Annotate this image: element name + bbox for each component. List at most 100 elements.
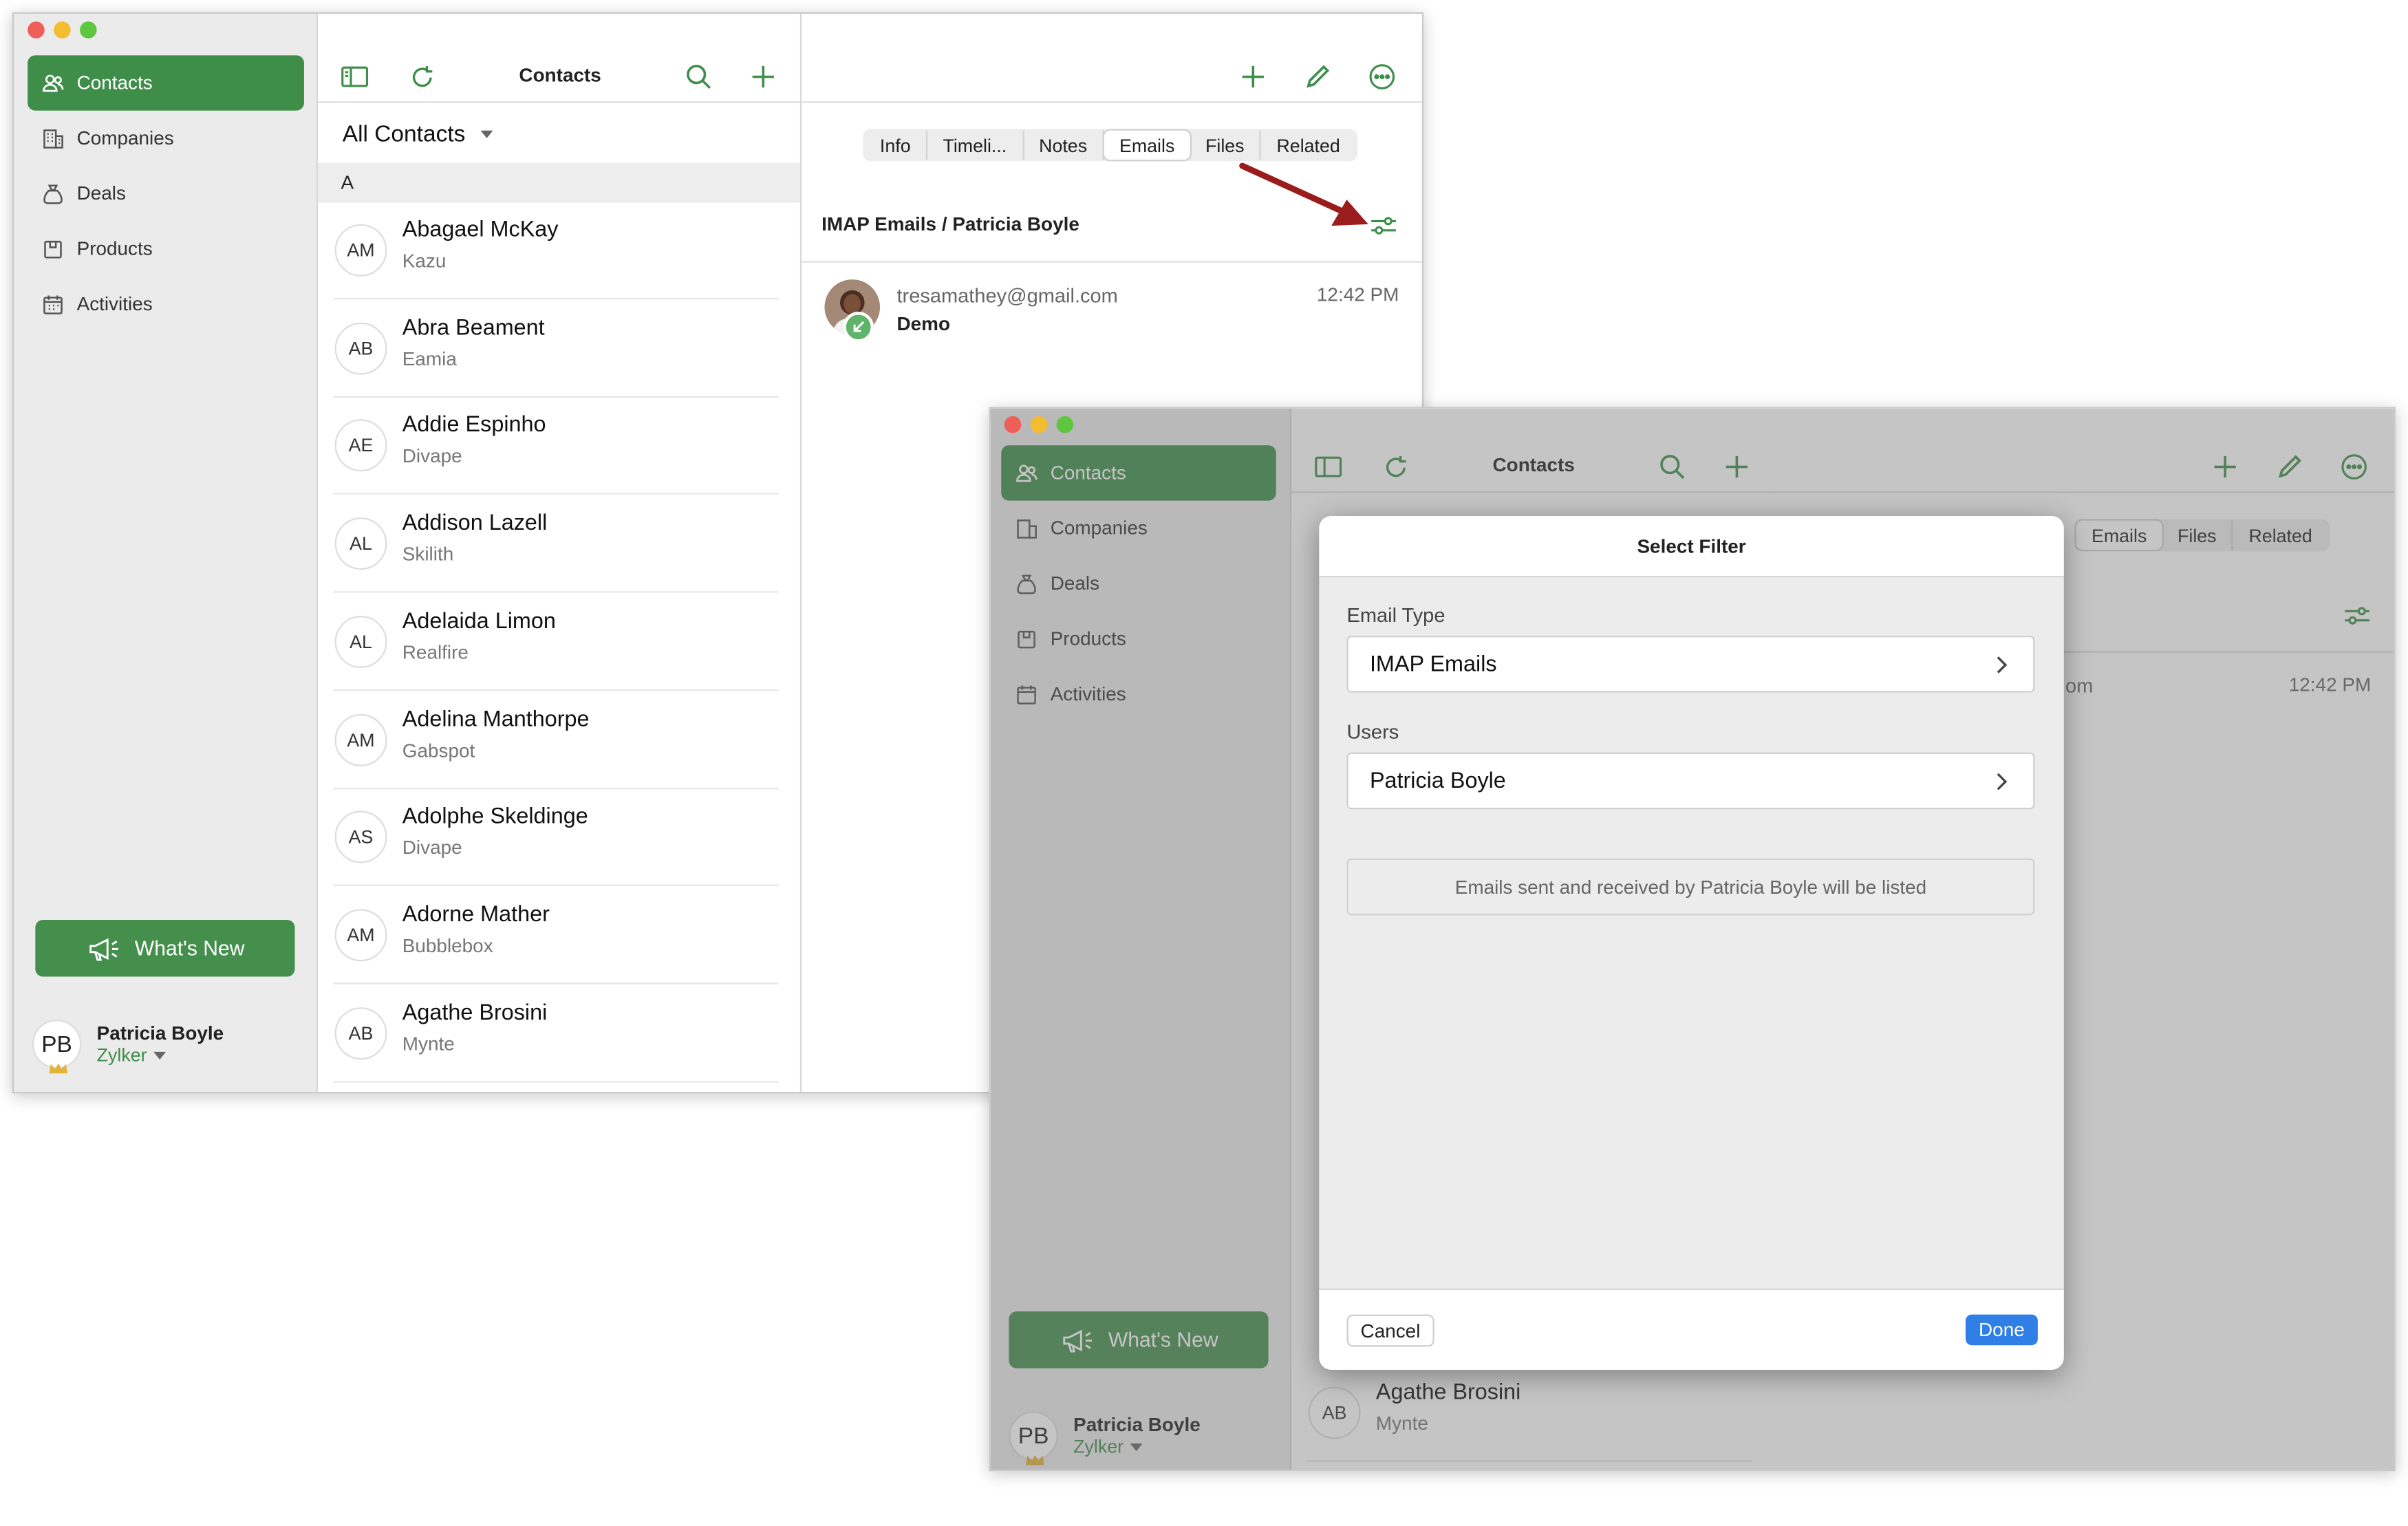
received-email-icon	[843, 312, 874, 343]
minimize-window-button[interactable]	[1030, 416, 1048, 433]
contact-company: Divape	[402, 446, 462, 468]
contact-initials: AE	[334, 420, 387, 473]
email-time: 12:42 PM	[1316, 283, 1399, 306]
user-name: Patricia Boyle	[96, 1022, 224, 1044]
contact-list-pane: Contacts All Contacts A AM Abagael McKay K…	[318, 14, 802, 1092]
tab-files[interactable]: Files	[1190, 130, 1262, 160]
sidebar-item-contacts[interactable]: Contacts	[28, 55, 304, 111]
list-item[interactable]: AL Addison Lazell Skilith	[333, 496, 779, 593]
calendar-icon	[43, 294, 63, 314]
screenshot-stage: Contacts Companies Deals Products Activi…	[0, 0, 2408, 1525]
whats-new-button[interactable]: What's New	[35, 919, 295, 977]
list-item[interactable]: AM Abagael McKay Kazu	[333, 203, 779, 300]
contact-initials: AL	[334, 615, 387, 668]
contact-company: Skilith	[402, 544, 454, 566]
contacts-filter-dropdown[interactable]: All Contacts	[343, 121, 493, 147]
org-switcher[interactable]: Zylker	[97, 1044, 224, 1066]
dialog-footer: Cancel Done	[1319, 1288, 2064, 1370]
avatar: PB	[32, 1020, 82, 1074]
close-window-button[interactable]	[1004, 416, 1022, 433]
sidebar-item-deals[interactable]: Deals	[28, 166, 304, 221]
product-box-icon	[44, 239, 62, 258]
sidebar-item-label: Deals	[76, 182, 126, 204]
contact-initials: AB	[334, 1007, 387, 1060]
detail-tabs: Info Timeli... Notes Emails Files Relate…	[863, 129, 1357, 162]
sidebar-item-label: Activities	[76, 293, 153, 315]
chevron-right-icon	[1997, 772, 2008, 790]
contact-name: Adelaida Limon	[402, 609, 556, 634]
close-window-button[interactable]	[28, 21, 45, 39]
user-profile[interactable]: PB Patricia Boyle Zylker	[32, 1020, 224, 1074]
email-breadcrumb: IMAP Emails / Patricia Boyle	[821, 213, 1079, 235]
divider	[802, 101, 1422, 103]
tab-notes[interactable]: Notes	[1024, 130, 1104, 160]
more-options-icon[interactable]	[1366, 61, 1397, 92]
edit-pencil-icon[interactable]	[1302, 61, 1333, 92]
contact-company: Realfire	[402, 641, 469, 663]
zoom-window-button[interactable]	[1056, 416, 1074, 433]
contact-initials: AM	[334, 713, 387, 766]
crown-icon	[49, 1063, 68, 1074]
contact-name: Abra Beament	[402, 316, 545, 341]
email-subject: Demo	[896, 313, 951, 335]
refresh-icon[interactable]	[407, 61, 438, 92]
window-controls	[1004, 416, 1074, 433]
chevron-right-icon	[1997, 655, 2008, 673]
contact-name: Adorne Mather	[402, 903, 550, 927]
window-controls	[28, 21, 97, 39]
list-item[interactable]: AM Adorne Mather Bubblebox	[333, 888, 779, 985]
sidebar: Contacts Companies Deals Products Activi…	[14, 14, 319, 1092]
list-item[interactable]: AE Addie Espinho Divape	[333, 398, 779, 495]
tab-related[interactable]: Related	[1261, 131, 1355, 160]
contact-name: Adelina Manthorpe	[402, 707, 590, 732]
contact-initials: AM	[334, 224, 387, 277]
select-filter-dialog: Select Filter Email Type IMAP Emails Use…	[1319, 515, 2064, 1370]
email-type-label: Email Type	[1346, 603, 1445, 627]
add-contact-icon[interactable]	[748, 61, 779, 92]
done-button[interactable]: Done	[1965, 1314, 2038, 1346]
annotation-arrow	[1239, 162, 1368, 226]
users-selector[interactable]: Patricia Boyle	[1346, 752, 2035, 810]
filter-description: Emails sent and received by Patricia Boy…	[1346, 858, 2035, 916]
tab-timeline[interactable]: Timeli...	[927, 130, 1024, 160]
contact-initials: AS	[334, 810, 387, 863]
list-item[interactable]: AB Abra Beament Eamia	[333, 301, 779, 398]
contact-initials: AM	[334, 909, 387, 961]
section-header: A	[318, 162, 800, 203]
sidebar-item-label: Contacts	[76, 72, 153, 94]
list-item[interactable]: AS Adolphe Skeldinge Divape	[333, 790, 779, 887]
minimize-window-button[interactable]	[54, 21, 71, 39]
sidebar-toggle-icon[interactable]	[339, 61, 370, 92]
contact-company: Eamia	[402, 347, 457, 370]
dialog-title: Select Filter	[1319, 515, 2064, 578]
contact-name: Abagael McKay	[402, 217, 559, 243]
sidebar-item-companies[interactable]: Companies	[28, 111, 304, 166]
email-list-item[interactable]: tresamathey@gmail.com Demo 12:42 PM	[802, 261, 1422, 368]
list-item[interactable]: AB Agathe Brosini Mynte	[333, 985, 779, 1082]
sidebar-item-activities[interactable]: Activities	[28, 277, 304, 332]
pane-title: Contacts	[519, 64, 601, 86]
divider	[318, 101, 800, 103]
contact-company: Gabspot	[402, 739, 475, 761]
contact-name: Addison Lazell	[402, 511, 548, 537]
email-type-selector[interactable]: IMAP Emails	[1346, 636, 2035, 693]
zoom-window-button[interactable]	[80, 21, 97, 39]
search-icon[interactable]	[683, 61, 714, 92]
add-icon[interactable]	[1238, 61, 1269, 92]
tab-emails[interactable]: Emails	[1104, 130, 1190, 160]
contacts-icon	[43, 74, 64, 92]
sidebar-item-products[interactable]: Products	[28, 221, 304, 276]
email-from: tresamathey@gmail.com	[896, 283, 1118, 308]
tab-info[interactable]: Info	[865, 130, 928, 160]
users-label: Users	[1346, 720, 1399, 744]
filter-dialog-window: Contacts Companies Deals Products Activi…	[989, 407, 2396, 1472]
megaphone-icon	[89, 937, 118, 960]
chevron-down-icon	[153, 1051, 166, 1059]
contact-name: Agathe Brosini	[402, 1000, 548, 1026]
list-item[interactable]: AL Adelaida Limon Realfire	[333, 594, 779, 691]
cancel-button[interactable]: Cancel	[1346, 1314, 1434, 1347]
list-item[interactable]: AM Adelina Manthorpe Gabspot	[333, 692, 779, 789]
contact-company: Divape	[402, 837, 462, 859]
chevron-down-icon	[480, 130, 493, 138]
money-bag-icon	[43, 184, 63, 204]
